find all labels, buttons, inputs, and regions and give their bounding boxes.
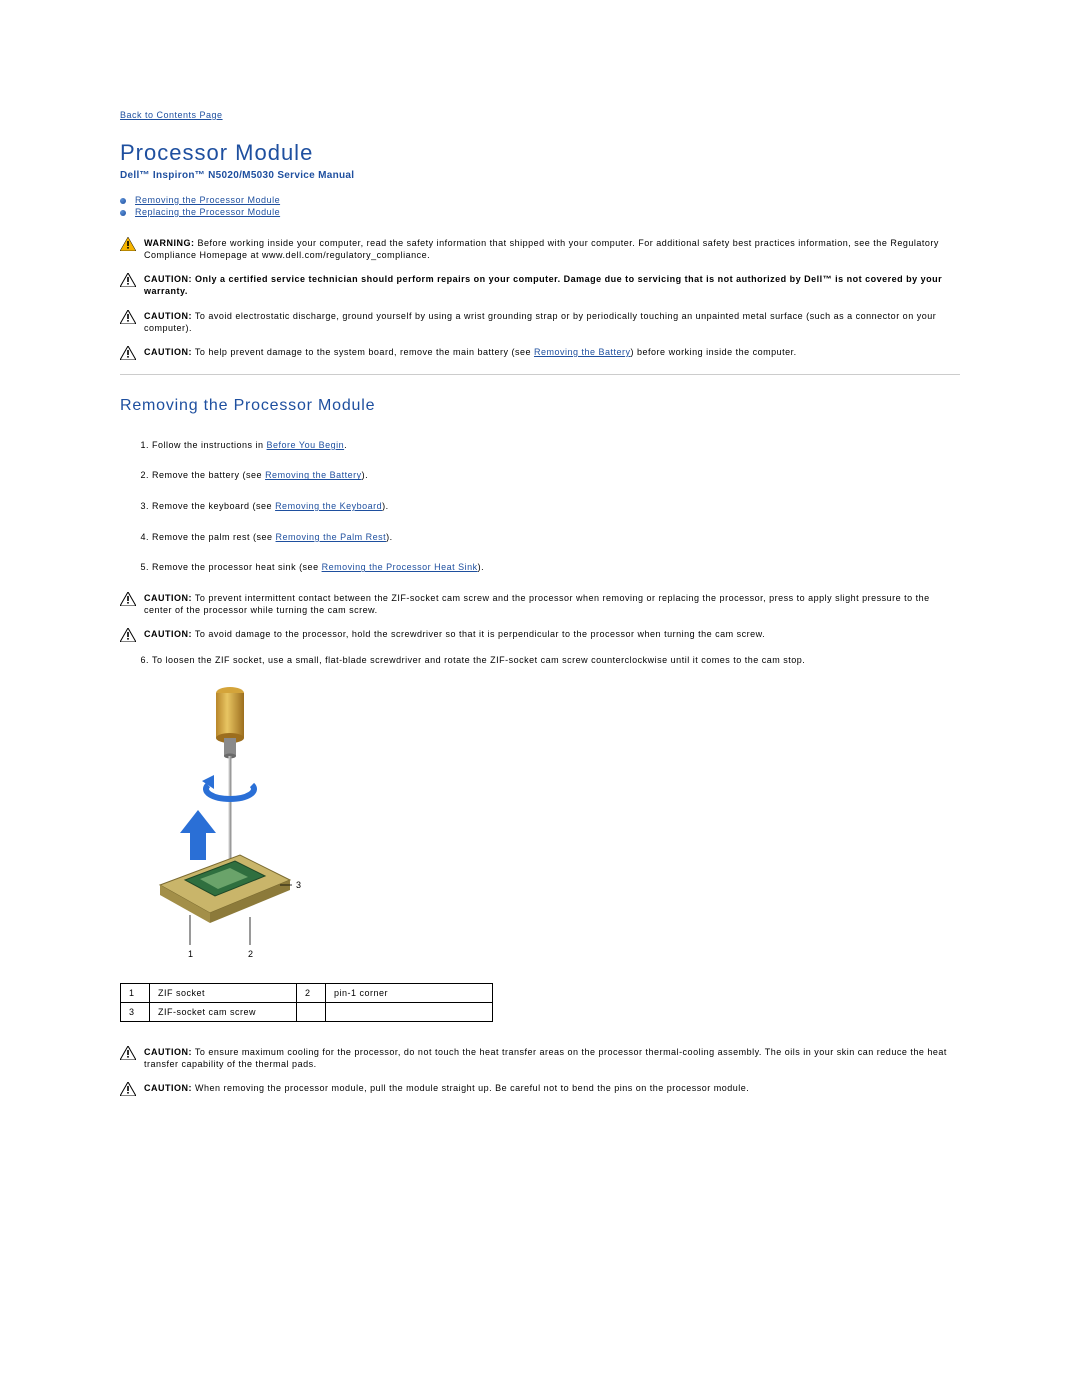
caution-label: CAUTION: (144, 629, 192, 639)
processor-figure: 1 2 3 (130, 685, 960, 965)
caution-text: When removing the processor module, pull… (192, 1083, 749, 1093)
caution-icon (120, 273, 140, 297)
callout-num: 1 (121, 983, 150, 1002)
caution-text: To avoid damage to the processor, hold t… (192, 629, 765, 639)
caution-text: To avoid electrostatic discharge, ground… (144, 311, 936, 333)
caution-icon (120, 592, 140, 616)
caution-icon (120, 628, 140, 642)
page-title: Processor Module (120, 140, 960, 166)
toc-link-replacing[interactable]: Replacing the Processor Module (135, 207, 280, 217)
step-text: Remove the processor heat sink (see (152, 562, 322, 572)
callout-num: 3 (121, 1002, 150, 1021)
callout-label (326, 1002, 493, 1021)
back-to-contents-link[interactable]: Back to Contents Page (120, 110, 223, 120)
warning-label: WARNING: (144, 238, 195, 248)
caution-notice: CAUTION: When removing the processor mod… (120, 1082, 960, 1096)
figure-label-3: 3 (296, 880, 302, 890)
callout-label: ZIF socket (150, 983, 297, 1002)
callout-label: pin-1 corner (326, 983, 493, 1002)
before-you-begin-link[interactable]: Before You Begin (267, 440, 345, 450)
step-item: Remove the palm rest (see Removing the P… (152, 531, 960, 544)
caution-text-before: To help prevent damage to the system boa… (192, 347, 534, 357)
caution-notice: CAUTION: To ensure maximum cooling for t… (120, 1046, 960, 1070)
section-heading: Removing the Processor Module (120, 397, 960, 415)
caution-text: To prevent intermittent contact between … (144, 593, 930, 615)
bullet-icon (120, 210, 126, 216)
caution-label: CAUTION: (144, 311, 192, 321)
callout-table: 1 ZIF socket 2 pin-1 corner 3 ZIF-socket… (120, 983, 493, 1022)
toc-link-removing[interactable]: Removing the Processor Module (135, 195, 280, 205)
caution-notice: CAUTION: To help prevent damage to the s… (120, 346, 960, 360)
caution-label: CAUTION: (144, 1083, 192, 1093)
removing-palm-rest-link[interactable]: Removing the Palm Rest (276, 532, 387, 542)
step-item: To loosen the ZIF socket, use a small, f… (152, 654, 960, 667)
step-item: Follow the instructions in Before You Be… (152, 439, 960, 452)
callout-label: ZIF-socket cam screw (150, 1002, 297, 1021)
caution-notice: CAUTION: To avoid damage to the processo… (120, 628, 960, 642)
steps-list-continued: To loosen the ZIF socket, use a small, f… (120, 654, 960, 667)
step-text: Remove the palm rest (see (152, 532, 276, 542)
caution-label: CAUTION: (144, 347, 192, 357)
callout-num (297, 1002, 326, 1021)
steps-list: Follow the instructions in Before You Be… (120, 439, 960, 574)
caution-text: To ensure maximum cooling for the proces… (144, 1047, 947, 1069)
warning-text: Before working inside your computer, rea… (144, 238, 939, 260)
step-text: ). (386, 532, 393, 542)
removing-heat-sink-link[interactable]: Removing the Processor Heat Sink (322, 562, 478, 572)
divider (120, 374, 960, 375)
caution-text-after: ) before working inside the computer. (631, 347, 797, 357)
step-item: Remove the processor heat sink (see Remo… (152, 561, 960, 574)
caution-label: CAUTION: (144, 274, 192, 284)
caution-icon (120, 346, 140, 360)
warning-notice: WARNING: Before working inside your comp… (120, 237, 960, 261)
step-text: Remove the keyboard (see (152, 501, 275, 511)
caution-notice: CAUTION: To prevent intermittent contact… (120, 592, 960, 616)
figure-label-1: 1 (188, 949, 194, 959)
step-text: ). (478, 562, 485, 572)
caution-icon (120, 310, 140, 334)
caution-icon (120, 1046, 140, 1070)
figure-label-2: 2 (248, 949, 254, 959)
caution-label: CAUTION: (144, 593, 192, 603)
callout-num: 2 (297, 983, 326, 1002)
step-item: Remove the keyboard (see Removing the Ke… (152, 500, 960, 513)
caution-label: CAUTION: (144, 1047, 192, 1057)
step-text: ). (382, 501, 389, 511)
bullet-icon (120, 198, 126, 204)
table-of-contents: Removing the Processor Module Replacing … (120, 195, 960, 217)
step-item: Remove the battery (see Removing the Bat… (152, 469, 960, 482)
step-text: Remove the battery (see (152, 470, 265, 480)
step-text: ). (362, 470, 369, 480)
step-text: Follow the instructions in (152, 440, 267, 450)
page-subtitle: Dell™ Inspiron™ N5020/M5030 Service Manu… (120, 170, 960, 181)
caution-notice: CAUTION: Only a certified service techni… (120, 273, 960, 297)
step-text: . (344, 440, 347, 450)
caution-bold-text: Only a certified service technician shou… (144, 274, 942, 296)
removing-battery-link[interactable]: Removing the Battery (265, 470, 362, 480)
removing-battery-link[interactable]: Removing the Battery (534, 347, 631, 357)
warning-icon (120, 237, 140, 261)
caution-icon (120, 1082, 140, 1096)
removing-keyboard-link[interactable]: Removing the Keyboard (275, 501, 382, 511)
caution-notice: CAUTION: To avoid electrostatic discharg… (120, 310, 960, 334)
